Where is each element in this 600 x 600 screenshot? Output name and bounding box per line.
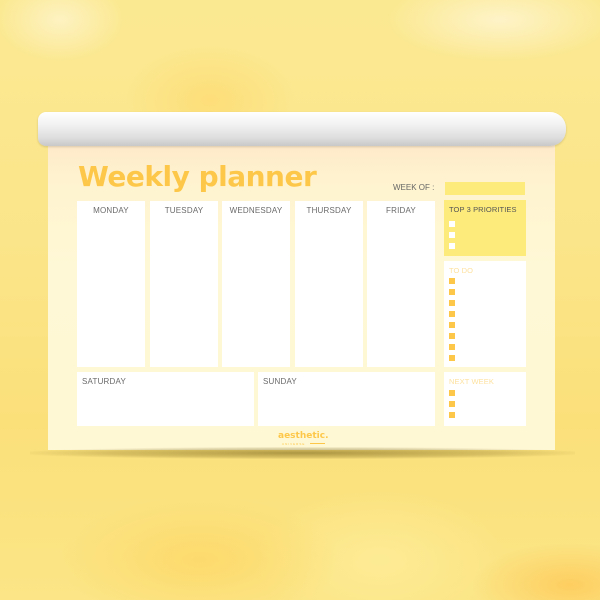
day-label-monday: MONDAY [93, 206, 129, 215]
day-label-tuesday: TUESDAY [164, 206, 204, 215]
todo-checkbox[interactable] [449, 333, 455, 339]
paper-shadow [30, 447, 575, 459]
week-of-label: WEEK OF : [393, 183, 435, 192]
todo-box: TO DO [444, 261, 526, 367]
todo-checkbox[interactable] [449, 355, 455, 361]
priorities-title: TOP 3 PRIORITIES [449, 205, 517, 214]
day-label-saturday: SATURDAY [82, 377, 126, 386]
next-week-title: NEXT WEEK [449, 377, 494, 386]
next-week-box: NEXT WEEK [444, 372, 526, 426]
priority-checkbox[interactable] [449, 232, 455, 238]
todo-checkbox[interactable] [449, 311, 455, 317]
paper-roller [38, 112, 566, 146]
todo-checkbox[interactable] [449, 289, 455, 295]
day-label-friday: FRIDAY [386, 206, 416, 215]
day-box-saturday[interactable]: SATURDAY [77, 372, 254, 426]
todo-checkbox[interactable] [449, 300, 455, 306]
brand-tagline: UNIVERSE [282, 442, 306, 446]
next-week-checkbox[interactable] [449, 401, 455, 407]
todo-checkbox[interactable] [449, 322, 455, 328]
priority-checkbox[interactable] [449, 221, 455, 227]
day-box-wednesday[interactable]: WEDNESDAY [222, 201, 290, 367]
day-label-thursday: THURSDAY [306, 206, 352, 215]
day-box-sunday[interactable]: SUNDAY [258, 372, 435, 426]
planner-title: Weekly planner [78, 160, 317, 193]
brand-logo: aesthetic. [278, 431, 329, 441]
todo-checkbox[interactable] [449, 278, 455, 284]
brand-underline [310, 443, 325, 444]
todo-checkbox[interactable] [449, 344, 455, 350]
day-box-monday[interactable]: MONDAY [77, 201, 145, 367]
day-box-tuesday[interactable]: TUESDAY [150, 201, 218, 367]
priorities-box: TOP 3 PRIORITIES [444, 200, 526, 256]
day-label-sunday: SUNDAY [263, 377, 297, 386]
week-of-field[interactable] [445, 182, 525, 195]
next-week-checkbox[interactable] [449, 412, 455, 418]
day-label-wednesday: WEDNESDAY [229, 206, 283, 215]
next-week-checkbox[interactable] [449, 390, 455, 396]
day-box-friday[interactable]: FRIDAY [367, 201, 435, 367]
day-box-thursday[interactable]: THURSDAY [295, 201, 363, 367]
todo-title: TO DO [449, 266, 474, 275]
priority-checkbox[interactable] [449, 243, 455, 249]
